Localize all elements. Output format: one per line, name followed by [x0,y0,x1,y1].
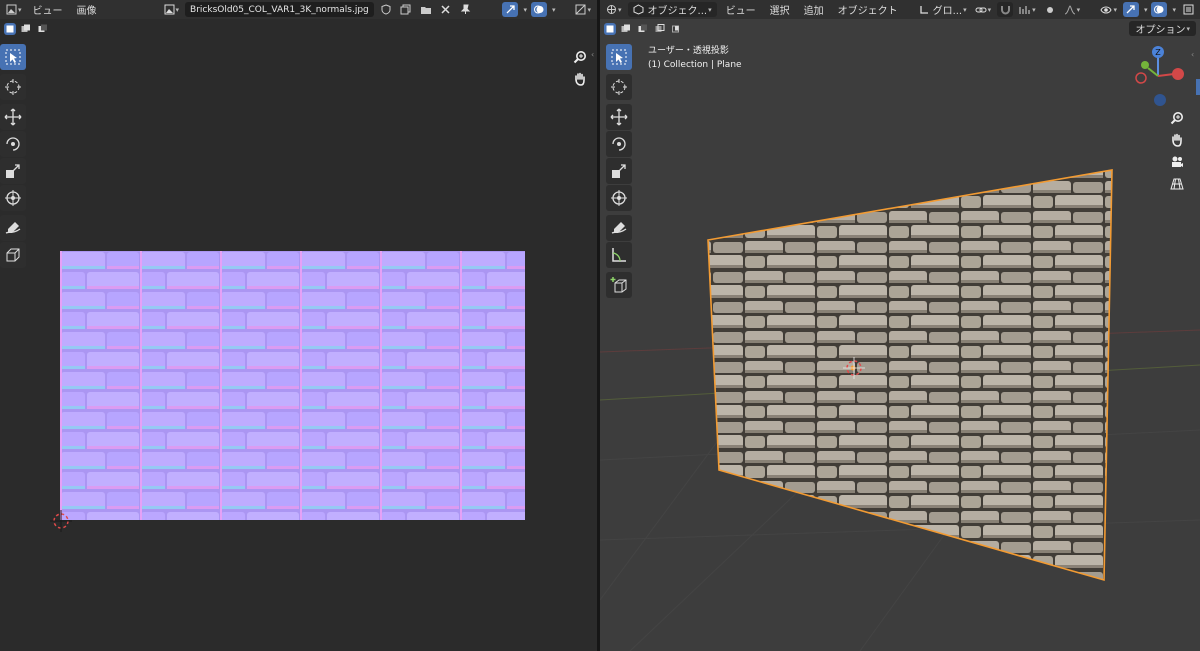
chevron-down-icon[interactable]: ▾ [523,6,527,14]
sample-icon [6,248,20,262]
open-image-button[interactable] [418,2,434,17]
gizmo-icon [506,5,515,14]
image-editor-icon [6,4,17,15]
tool-rotate[interactable] [0,131,26,157]
tool-move[interactable] [0,104,26,130]
menu-view[interactable]: ビュー [28,2,68,17]
unlink-image-button[interactable] [438,2,454,17]
image-editor-header: ▾ ビュー 画像 ▾ BricksOld05_COL_VAR1_3K_norma… [0,0,597,19]
select-extend-icon [21,24,30,32]
3d-viewport: ▾ オブジェク... ▾ ビュー 選択 追加 オブジェクト グロ... ▾ ▾ … [600,0,1200,651]
zoom-button[interactable] [571,48,589,66]
image-icon [164,4,175,15]
scale-icon [6,164,20,178]
pin-button[interactable] [458,2,474,17]
selection-mode-new[interactable] [4,22,16,35]
select-box-icon [5,49,21,65]
selection-mode-extend[interactable] [19,23,33,35]
display-channels-button[interactable]: ▾ [573,2,593,17]
fake-user-button[interactable] [378,2,394,17]
sidebar-toggle-icon[interactable]: ‹ [591,50,594,59]
gizmo-toggle-button[interactable] [502,2,519,17]
duplicate-icon [400,4,411,15]
hand-icon [575,72,585,86]
tool-cursor[interactable] [0,74,26,100]
pan-button[interactable] [571,70,589,88]
tool-select-box[interactable] [0,44,26,70]
image-name-field[interactable]: BricksOld05_COL_VAR1_3K_normals.jpg [185,2,374,17]
shield-icon [381,4,391,15]
chevron-down-icon: ▾ [175,5,180,14]
textured-plane[interactable] [600,0,1200,651]
folder-icon [420,6,431,14]
image-editor-toolbar [0,44,26,269]
image-editor: ▾ ビュー 画像 ▾ BricksOld05_COL_VAR1_3K_norma… [0,0,597,651]
annotate-icon [5,222,21,234]
overlay-icon [533,5,544,14]
chevron-down-icon: ▾ [18,5,22,14]
select-new-icon [6,25,14,32]
rotate-icon [6,137,20,151]
close-icon [441,5,450,14]
pin-icon [461,4,471,14]
editor-type-button[interactable]: ▾ [4,2,24,17]
image-editor-navigation [571,48,589,88]
chevron-down-icon[interactable]: ▾ [552,6,556,14]
tool-sample[interactable] [0,242,26,268]
tool-transform[interactable] [0,185,26,211]
cursor-icon [5,79,21,95]
tool-scale[interactable] [0,158,26,184]
zoom-icon [573,51,586,64]
select-subtract-icon [38,24,47,32]
channels-icon [575,4,586,15]
3d-cursor-icon [843,357,865,379]
image-editor-subheader [0,19,597,38]
image-browse-button[interactable]: ▾ [162,2,182,17]
normal-map-image [60,251,525,520]
move-icon [4,108,22,126]
tool-annotate[interactable] [0,215,26,241]
menu-image[interactable]: 画像 [72,2,102,17]
2d-cursor-icon [50,510,72,532]
transform-icon [5,190,21,206]
overlay-toggle-button[interactable] [530,2,547,17]
new-image-button[interactable] [398,2,414,17]
selection-mode-subtract[interactable] [36,23,50,35]
chevron-down-icon: ▾ [587,5,591,14]
